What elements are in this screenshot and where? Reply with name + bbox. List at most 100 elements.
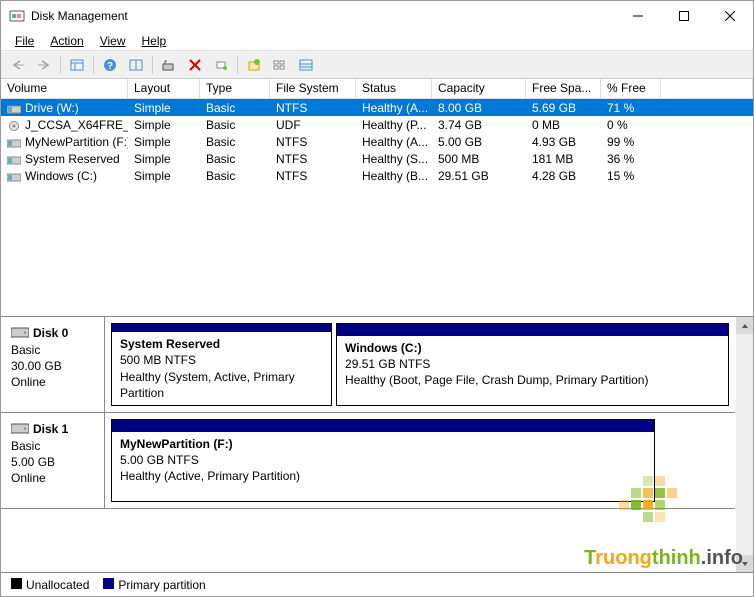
column-filesystem[interactable]: File System xyxy=(270,79,356,98)
partition-header xyxy=(337,324,728,336)
minimize-button[interactable] xyxy=(615,1,661,31)
back-button[interactable] xyxy=(6,54,30,76)
vertical-scrollbar[interactable] xyxy=(736,317,753,572)
volume-name: Windows (C:) xyxy=(25,169,97,183)
close-button[interactable] xyxy=(707,1,753,31)
legend-primary: Primary partition xyxy=(103,578,205,592)
column-type[interactable]: Type xyxy=(200,79,270,98)
details-button[interactable] xyxy=(294,54,318,76)
partition-health: Healthy (Boot, Page File, Crash Dump, Pr… xyxy=(345,373,648,387)
volume-status: Healthy (P... xyxy=(356,118,432,132)
drive-icon xyxy=(7,154,21,164)
volume-type: Basic xyxy=(200,169,270,183)
partition-health: Healthy (System, Active, Primary Partiti… xyxy=(120,370,295,400)
volume-free: 0 MB xyxy=(526,118,601,132)
volume-name: MyNewPartition (F:) xyxy=(25,135,128,149)
volume-type: Basic xyxy=(200,118,270,132)
help-button[interactable]: ? xyxy=(98,54,122,76)
view-button[interactable] xyxy=(65,54,89,76)
volume-fs: NTFS xyxy=(270,135,356,149)
legend: Unallocated Primary partition xyxy=(1,572,753,596)
partition[interactable]: MyNewPartition (F:)5.00 GB NTFSHealthy (… xyxy=(111,419,655,502)
column-layout[interactable]: Layout xyxy=(128,79,200,98)
volume-row[interactable]: J_CCSA_X64FRE_E...SimpleBasicUDFHealthy … xyxy=(1,116,753,133)
partition-name: Windows (C:) xyxy=(345,341,422,355)
volume-row[interactable]: MyNewPartition (F:)SimpleBasicNTFSHealth… xyxy=(1,133,753,150)
volume-status: Healthy (B... xyxy=(356,169,432,183)
forward-button[interactable] xyxy=(32,54,56,76)
disk-state: Online xyxy=(11,375,46,389)
partition-header xyxy=(112,324,331,332)
menu-file[interactable]: File xyxy=(7,32,42,50)
new-button[interactable] xyxy=(242,54,266,76)
drive-icon xyxy=(7,103,21,113)
partition[interactable]: System Reserved500 MB NTFSHealthy (Syste… xyxy=(111,323,332,406)
volume-layout: Simple xyxy=(128,101,200,115)
menu-help[interactable]: Help xyxy=(134,32,175,50)
delete-button[interactable] xyxy=(183,54,207,76)
volume-row[interactable]: Windows (C:)SimpleBasicNTFSHealthy (B...… xyxy=(1,167,753,184)
volume-pfree: 99 % xyxy=(601,135,661,149)
disk-label[interactable]: Disk 1Basic5.00 GBOnline xyxy=(1,413,105,508)
volume-list-body: Drive (W:)SimpleBasicNTFSHealthy (A...8.… xyxy=(1,99,753,184)
partition-header xyxy=(112,420,654,432)
app-icon xyxy=(9,8,25,24)
menu-action[interactable]: Action xyxy=(42,32,91,50)
volume-type: Basic xyxy=(200,152,270,166)
volume-free: 4.28 GB xyxy=(526,169,601,183)
volume-capacity: 5.00 GB xyxy=(432,135,526,149)
list-button[interactable] xyxy=(268,54,292,76)
volume-fs: NTFS xyxy=(270,152,356,166)
settings-button[interactable] xyxy=(157,54,181,76)
maximize-button[interactable] xyxy=(661,1,707,31)
column-capacity[interactable]: Capacity xyxy=(432,79,526,98)
volume-row[interactable]: System Reserved SimpleBasicNTFSHealthy (S… xyxy=(1,150,753,167)
svg-text:?: ? xyxy=(107,61,113,72)
disk-id: Disk 0 xyxy=(33,326,68,340)
volume-status: Healthy (S... xyxy=(356,152,432,166)
disk-label[interactable]: Disk 0Basic30.00 GBOnline xyxy=(1,317,105,412)
volume-layout: Simple xyxy=(128,169,200,183)
properties-button[interactable] xyxy=(209,54,233,76)
volume-capacity: 8.00 GB xyxy=(432,101,526,115)
volume-pfree: 0 % xyxy=(601,118,661,132)
volume-type: Basic xyxy=(200,101,270,115)
volume-capacity: 3.74 GB xyxy=(432,118,526,132)
app-window: Disk Management File Action View Help ? xyxy=(0,0,754,597)
toolbar: ? xyxy=(1,51,753,79)
volume-name: J_CCSA_X64FRE_E... xyxy=(25,118,128,132)
disk-type: Basic xyxy=(11,343,40,357)
drive-icon xyxy=(7,137,21,147)
volume-free: 181 MB xyxy=(526,152,601,166)
scroll-track[interactable] xyxy=(736,334,753,555)
volume-row[interactable]: Drive (W:)SimpleBasicNTFSHealthy (A...8.… xyxy=(1,99,753,116)
menu-view[interactable]: View xyxy=(92,32,134,50)
volume-list-pane: Volume Layout Type File System Status Ca… xyxy=(1,79,753,317)
column-free[interactable]: Free Spa... xyxy=(526,79,601,98)
drive-icon xyxy=(7,120,21,130)
column-status[interactable]: Status xyxy=(356,79,432,98)
column-percent-free[interactable]: % Free xyxy=(601,79,661,98)
drive-icon xyxy=(7,171,21,181)
legend-unallocated: Unallocated xyxy=(11,578,89,592)
volume-name: System Reserved xyxy=(25,152,120,166)
volume-fs: NTFS xyxy=(270,101,356,115)
volume-name: Drive (W:) xyxy=(25,101,79,115)
volume-layout: Simple xyxy=(128,152,200,166)
split-button[interactable] xyxy=(124,54,148,76)
disk-icon xyxy=(11,422,29,438)
disk-row: Disk 1Basic5.00 GBOnlineMyNewPartition (… xyxy=(1,413,735,509)
volume-pfree: 71 % xyxy=(601,101,661,115)
partition-info: 5.00 GB NTFS xyxy=(120,453,199,467)
column-volume[interactable]: Volume xyxy=(1,79,128,98)
scroll-up-button[interactable] xyxy=(736,317,753,334)
volume-pfree: 36 % xyxy=(601,152,661,166)
partition-health: Healthy (Active, Primary Partition) xyxy=(120,469,300,483)
column-extra[interactable] xyxy=(661,79,753,98)
volume-free: 4.93 GB xyxy=(526,135,601,149)
volume-capacity: 29.51 GB xyxy=(432,169,526,183)
window-title: Disk Management xyxy=(31,9,615,23)
disk-id: Disk 1 xyxy=(33,422,68,436)
partition[interactable]: Windows (C:)29.51 GB NTFSHealthy (Boot, … xyxy=(336,323,729,406)
scroll-down-button[interactable] xyxy=(736,555,753,572)
